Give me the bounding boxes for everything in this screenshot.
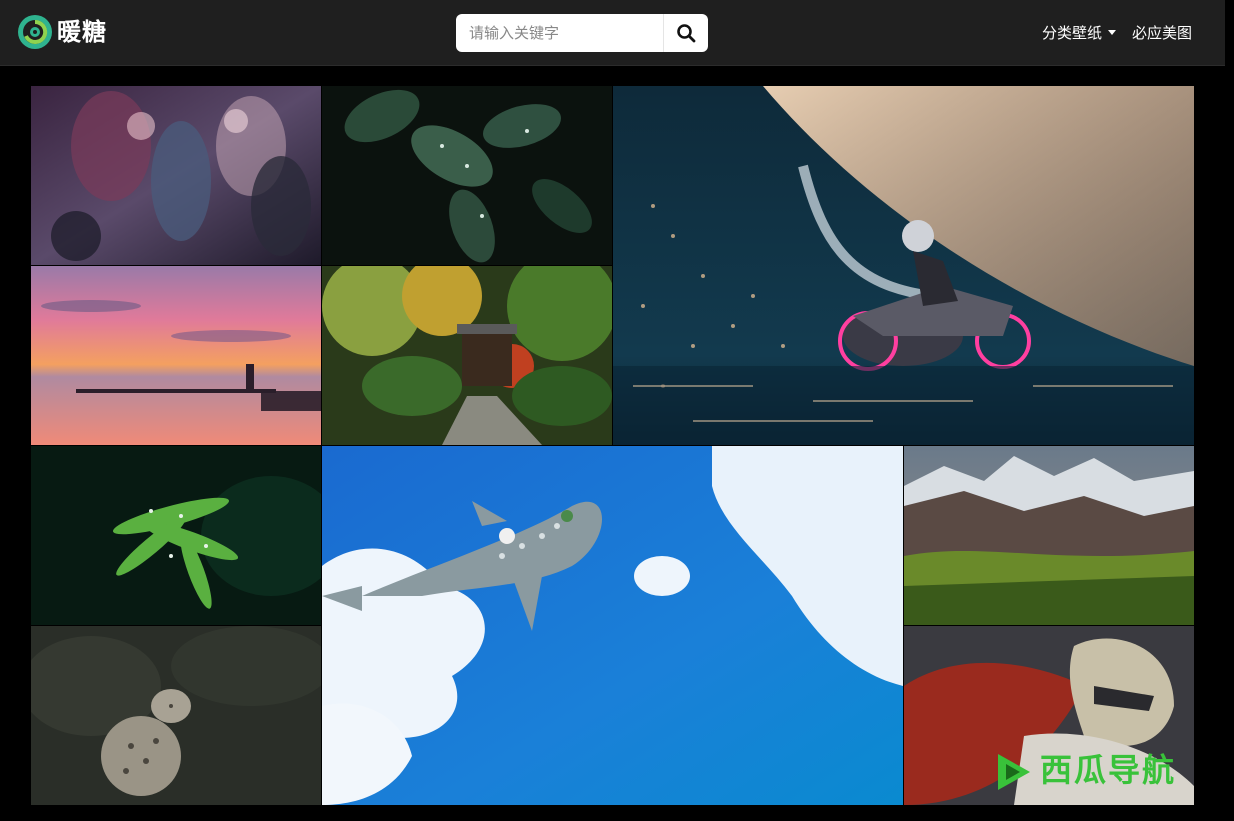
search-input[interactable] [456, 14, 663, 52]
wallpaper-image [613, 86, 1194, 445]
chevron-down-icon [1107, 30, 1116, 35]
wallpaper-image [322, 446, 903, 805]
search-icon [677, 24, 696, 43]
wallpaper-tile-temple-gate[interactable] [322, 266, 612, 445]
search-button[interactable] [663, 14, 708, 52]
wallpaper-image [31, 266, 321, 445]
top-navbar: 暖糖 分类壁纸 必应美图 [0, 0, 1225, 66]
wallpaper-tile-whale-sky[interactable] [322, 446, 903, 805]
wallpaper-image [31, 86, 321, 265]
site-logo[interactable]: 暖糖 [17, 14, 107, 50]
spiral-logo-icon [18, 15, 52, 49]
wallpaper-image [904, 446, 1194, 625]
wallpaper-tile-mountains[interactable] [904, 446, 1194, 625]
nav-bing-images[interactable]: 必应美图 [1132, 22, 1192, 43]
wallpaper-tile-fern[interactable] [31, 446, 321, 625]
wallpaper-image [322, 266, 612, 445]
watermark: 西瓜导航 [992, 750, 1222, 806]
wallpaper-image [31, 446, 321, 625]
wallpaper-tile-motorcycle-rider[interactable] [613, 86, 1194, 445]
wallpaper-tile-dewy-leaves[interactable] [322, 86, 612, 265]
nav-category-label: 分类壁纸 [1041, 24, 1102, 42]
wallpaper-tile-snow-leopard[interactable] [31, 626, 321, 805]
play-logo-icon [998, 754, 1030, 790]
nav-bing-label: 必应美图 [1131, 24, 1192, 42]
watermark-text: 西瓜导航 [1040, 751, 1177, 789]
wallpaper-tile-sunset-pier[interactable] [31, 266, 321, 445]
wallpaper-tile-lol-heroes[interactable] [31, 86, 321, 265]
wallpaper-image [322, 86, 612, 265]
search-box [456, 14, 708, 52]
top-nav: 分类壁纸 必应美图 [1042, 22, 1192, 43]
logo-text: 暖糖 [57, 18, 107, 46]
nav-category-wallpapers[interactable]: 分类壁纸 [1042, 22, 1116, 43]
wallpaper-image [31, 626, 321, 805]
